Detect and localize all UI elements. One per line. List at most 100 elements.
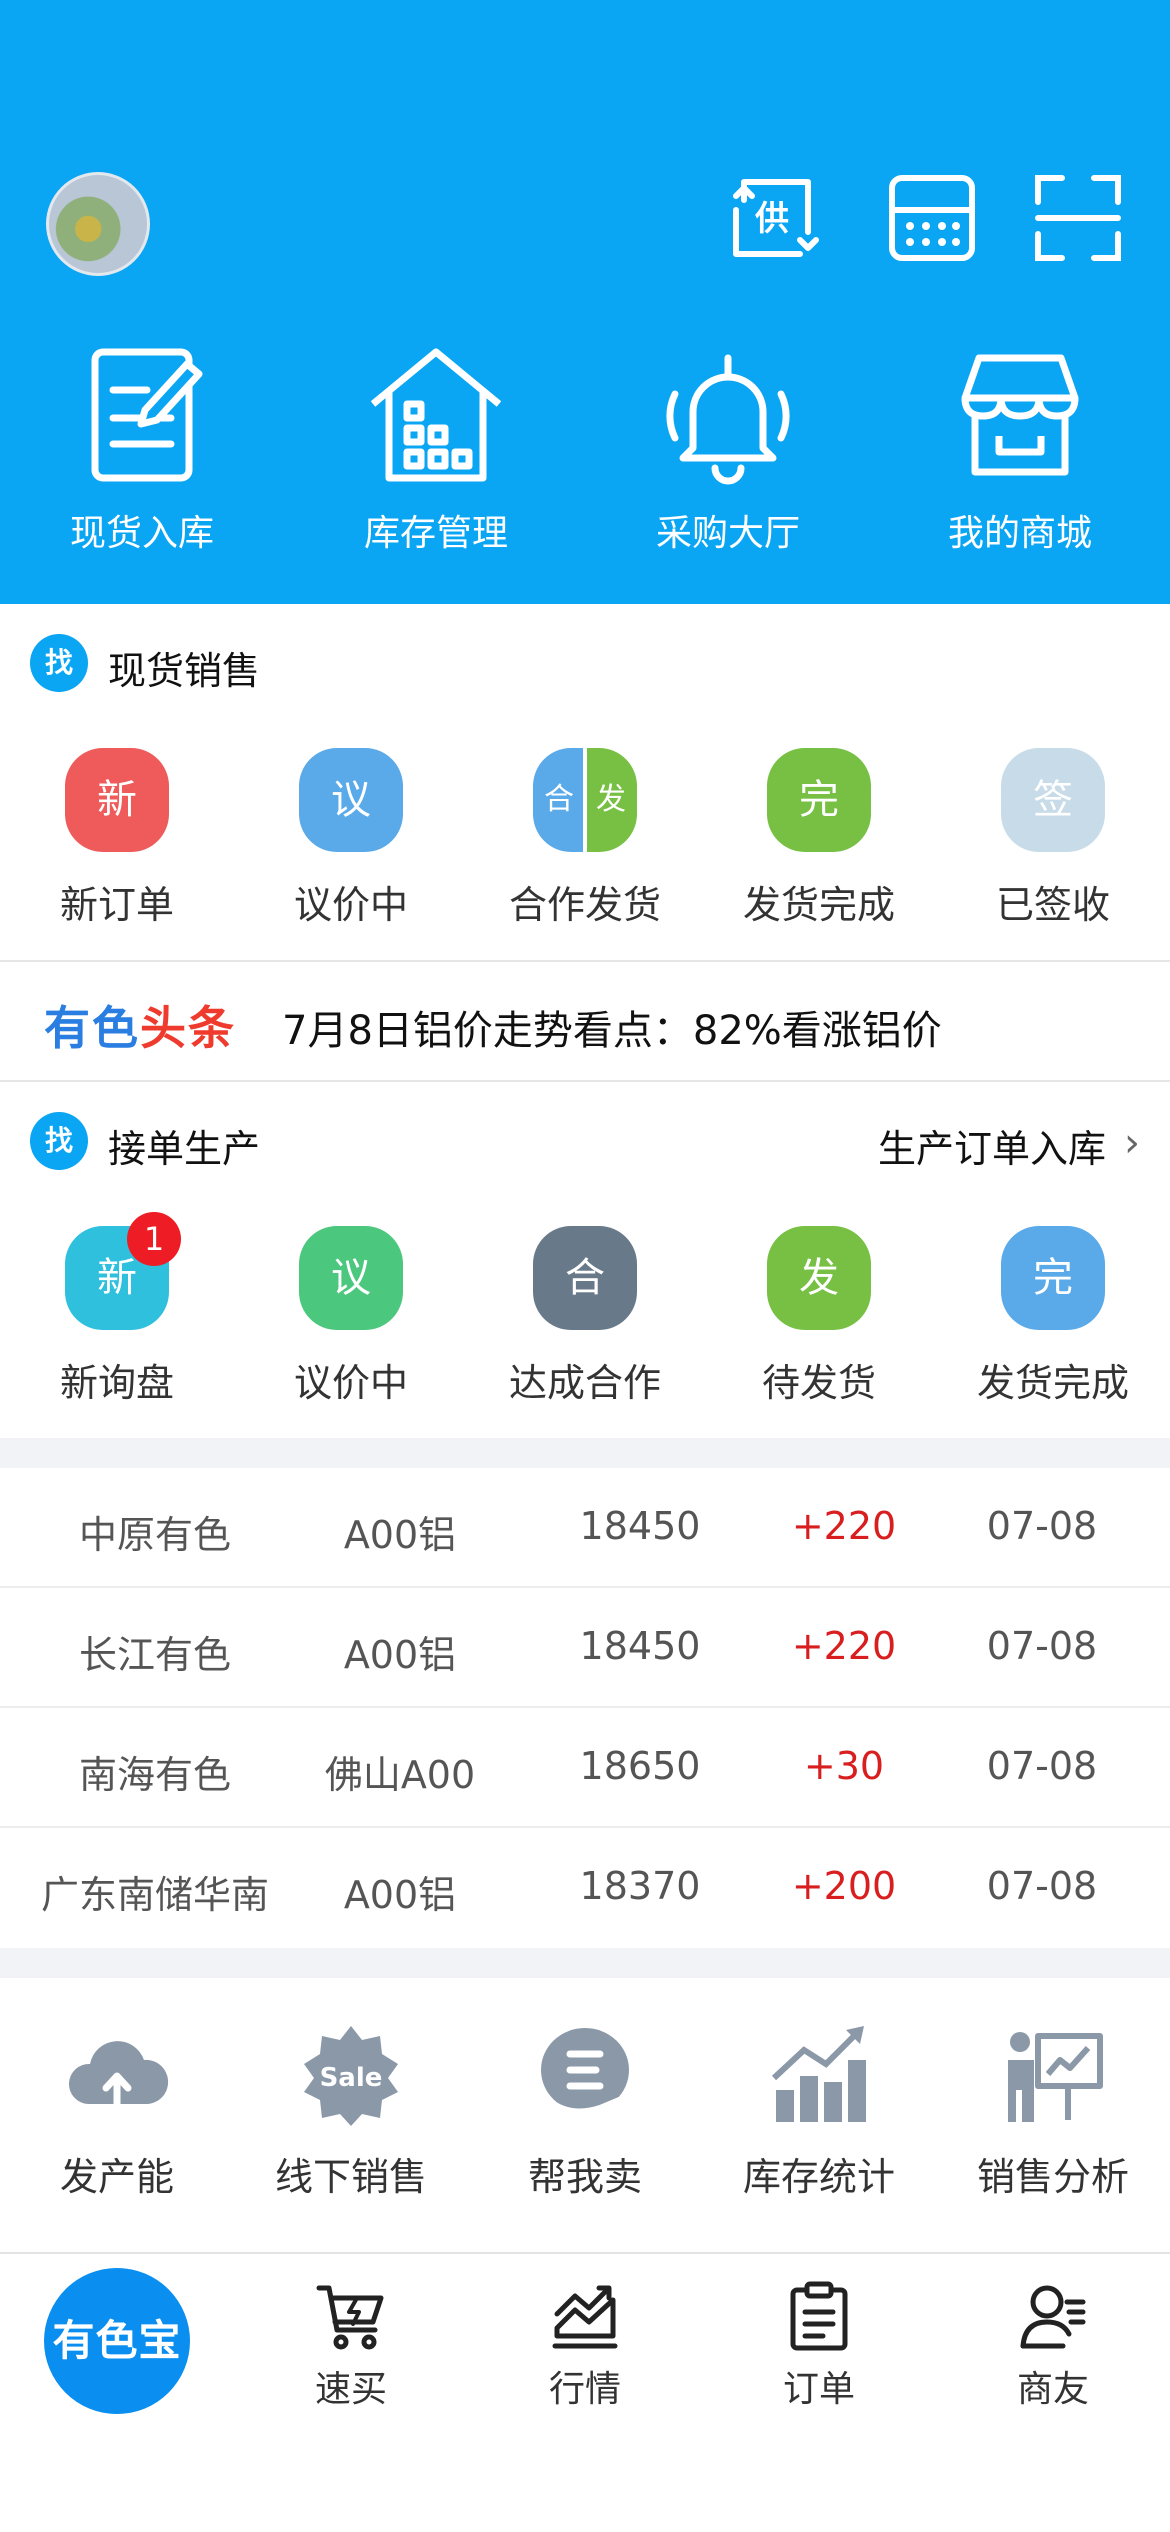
status-shipped-complete[interactable]: 完 发货完成 — [702, 748, 936, 929]
contact-icon — [1017, 2280, 1089, 2352]
change-cell: +200 — [791, 1864, 897, 1908]
supply-icon-text: 供 — [754, 199, 789, 239]
cloud-upload-icon — [62, 2020, 172, 2130]
status-label: 待发货 — [761, 1361, 876, 1405]
market-cell: 中原有色 — [78, 1513, 231, 1557]
user-avatar[interactable] — [46, 172, 150, 276]
new-inquiry-icon: 新 1 — [65, 1212, 181, 1330]
negotiate-icon: 议 — [299, 748, 403, 852]
status-label: 已签收 — [995, 883, 1110, 927]
tab-orders[interactable]: 订单 — [702, 2280, 936, 2412]
status-new-order[interactable]: 新 新订单 — [0, 748, 234, 929]
status-negotiating[interactable]: 议 议价中 — [234, 1226, 468, 1407]
status-signed[interactable]: 签 已签收 — [936, 748, 1170, 929]
sale-badge-text: Sale — [320, 2063, 383, 2093]
scan-icon[interactable] — [1030, 170, 1126, 266]
nav-purchase-hall[interactable]: 采购大厅 — [618, 340, 838, 556]
market-cell: 南海有色 — [78, 1753, 231, 1797]
status-to-ship[interactable]: 发 待发货 — [702, 1226, 936, 1407]
status-label: 议价中 — [293, 1361, 408, 1405]
edit-document-icon — [67, 340, 217, 490]
price-row[interactable]: 广东南储华南 A00铝 18370 +200 07-08 — [0, 1828, 1170, 1948]
trend-chart-icon — [549, 2280, 621, 2352]
tab-friends[interactable]: 商友 — [936, 2280, 1170, 2412]
price-row[interactable]: 长江有色 A00铝 18450 +220 07-08 — [0, 1588, 1170, 1708]
tool-inventory-stats[interactable]: 库存统计 — [702, 2020, 936, 2201]
status-new-inquiry[interactable]: 新 1 新询盘 — [0, 1212, 234, 1407]
find-badge-icon: 找 — [30, 634, 88, 692]
product-cell: A00铝 — [343, 1513, 457, 1557]
new-icon: 新 — [65, 748, 169, 852]
tab-market[interactable]: 行情 — [468, 2280, 702, 2412]
status-deal-reached[interactable]: 合 达成合作 — [468, 1226, 702, 1407]
section-title: 现货销售 — [108, 649, 261, 693]
tab-label: 商友 — [1016, 2369, 1089, 2410]
price-cell: 18450 — [579, 1504, 701, 1548]
price-cell: 18370 — [579, 1864, 701, 1908]
date-cell: 07-08 — [986, 1864, 1098, 1908]
tab-label: 速买 — [314, 2369, 387, 2410]
status-label: 发货完成 — [742, 883, 895, 927]
cooperate-ship-icon: 合 发 — [533, 748, 637, 852]
spot-sales-header: 找 现货销售 — [0, 604, 1170, 724]
change-cell: +30 — [803, 1744, 885, 1788]
section-title: 接单生产 — [108, 1127, 261, 1171]
tool-offline-sales[interactable]: Sale 线下销售 — [234, 2020, 468, 2201]
section-gap — [0, 1438, 1170, 1468]
price-row[interactable]: 南海有色 佛山A00 18650 +30 07-08 — [0, 1708, 1170, 1828]
tool-label: 发产能 — [59, 2155, 174, 2199]
bell-icon — [653, 340, 803, 490]
tool-sales-analysis[interactable]: 销售分析 — [936, 2020, 1170, 2201]
tool-label: 库存统计 — [742, 2155, 895, 2199]
date-cell: 07-08 — [986, 1744, 1098, 1788]
signed-icon: 签 — [1001, 748, 1105, 852]
nav-label: 采购大厅 — [655, 513, 800, 554]
headline-logo-part-a: 有色 — [44, 1001, 140, 1055]
change-cell: +220 — [791, 1624, 897, 1668]
tool-label: 线下销售 — [274, 2155, 427, 2199]
tool-label: 帮我卖 — [527, 2155, 642, 2199]
supply-icon[interactable]: 供 — [724, 170, 820, 266]
news-headline[interactable]: 有色头条 7月8日铝价走势看点：82%看涨铝价 — [0, 962, 1170, 1082]
price-cell: 18650 — [579, 1744, 701, 1788]
status-cooperative-shipping[interactable]: 合 发 合作发货 — [468, 748, 702, 929]
product-cell: A00铝 — [343, 1633, 457, 1677]
tab-label: 行情 — [548, 2369, 621, 2410]
notification-badge: 1 — [127, 1212, 181, 1266]
calculator-icon[interactable] — [884, 170, 980, 266]
shop-icon — [945, 340, 1095, 490]
nav-my-mall[interactable]: 我的商城 — [910, 340, 1130, 556]
nav-label: 库存管理 — [363, 513, 508, 554]
sale-badge-icon: Sale — [296, 2020, 406, 2130]
chevron-right-icon[interactable]: › — [1124, 1120, 1140, 1166]
nav-label: 现货入库 — [69, 513, 214, 554]
date-cell: 07-08 — [986, 1624, 1098, 1668]
tool-label: 销售分析 — [976, 2155, 1129, 2199]
production-order-link[interactable]: 生产订单入库 — [878, 1118, 1106, 1173]
status-label: 合作发货 — [508, 883, 661, 927]
ship-glyph: 发 — [585, 748, 637, 852]
nav-spot-stock-in[interactable]: 现货入库 — [32, 340, 252, 556]
price-row[interactable]: 中原有色 A00铝 18450 +220 07-08 — [0, 1468, 1170, 1588]
headline-text[interactable]: 7月8日铝价走势看点：82%看涨铝价 — [282, 998, 942, 1056]
tool-help-sell[interactable]: 帮我卖 — [468, 2020, 702, 2201]
status-negotiating[interactable]: 议 议价中 — [234, 748, 468, 929]
warehouse-icon — [361, 340, 511, 490]
header: 供 现货入库 库存管理 采购大厅 我的商城 — [0, 0, 1170, 604]
status-shipped-complete[interactable]: 完 发货完成 — [936, 1226, 1170, 1407]
cooperate-glyph: 合 — [533, 748, 585, 852]
nav-inventory[interactable]: 库存管理 — [326, 340, 546, 556]
ship-icon: 发 — [767, 1226, 871, 1330]
tab-label: 订单 — [782, 2369, 855, 2410]
find-badge-icon: 找 — [30, 1112, 88, 1170]
price-cell: 18450 — [579, 1624, 701, 1668]
status-label: 议价中 — [293, 883, 408, 927]
nav-label: 我的商城 — [947, 513, 1092, 554]
tab-quick-buy[interactable]: 速买 — [234, 2280, 468, 2412]
market-cell: 广东南储华南 — [40, 1873, 269, 1917]
negotiate-icon: 议 — [299, 1226, 403, 1330]
home-tab-button[interactable]: 有色宝 — [44, 2268, 190, 2414]
tool-capacity[interactable]: 发产能 — [0, 2020, 234, 2201]
status-label: 新询盘 — [59, 1361, 174, 1405]
cart-bolt-icon — [315, 2280, 387, 2352]
